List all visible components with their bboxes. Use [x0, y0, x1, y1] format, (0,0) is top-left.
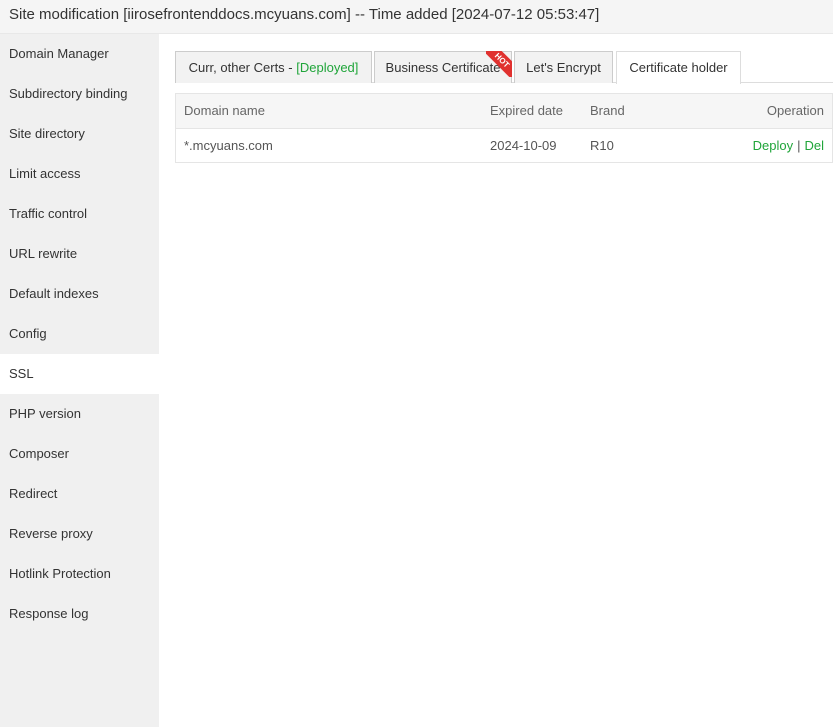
- sidebar-item-response-log[interactable]: Response log: [0, 594, 159, 634]
- tab-current-certs-label: Curr, other Certs -: [188, 60, 297, 75]
- sidebar-item-site-directory[interactable]: Site directory: [0, 114, 159, 154]
- cell-operation: Deploy | Del: [753, 129, 824, 162]
- sidebar-item-reverse-proxy[interactable]: Reverse proxy: [0, 514, 159, 554]
- operation-separator: |: [797, 138, 801, 153]
- ssl-tabs: Curr, other Certs - [Deployed] Business …: [175, 51, 833, 84]
- sidebar-item-composer[interactable]: Composer: [0, 434, 159, 474]
- ssl-panel: Curr, other Certs - [Deployed] Business …: [159, 34, 833, 727]
- cell-expired-date: 2024-10-09: [490, 138, 557, 153]
- sidebar-item-subdirectory-binding[interactable]: Subdirectory binding: [0, 74, 159, 114]
- tab-lets-encrypt[interactable]: Let's Encrypt: [514, 51, 613, 83]
- header-operation: Operation: [766, 103, 824, 118]
- table-header: Domain name Expired date Brand Operation: [176, 94, 832, 129]
- cell-brand: R10: [590, 138, 614, 153]
- header-expired-date: Expired date: [490, 103, 563, 118]
- sidebar-item-limit-access[interactable]: Limit access: [0, 154, 159, 194]
- hot-badge: HOT: [486, 51, 512, 77]
- table-row: *.mcyuans.com 2024-10-09 R10 Deploy | Del: [176, 129, 832, 162]
- sidebar-item-redirect[interactable]: Redirect: [0, 474, 159, 514]
- sidebar-item-hotlink-protection[interactable]: Hotlink Protection: [0, 554, 159, 594]
- sidebar-item-traffic-control[interactable]: Traffic control: [0, 194, 159, 234]
- sidebar: Domain Manager Subdirectory binding Site…: [0, 34, 159, 727]
- sidebar-item-config[interactable]: Config: [0, 314, 159, 354]
- tab-business-certificate-label: Business Certificate: [385, 60, 501, 75]
- header-brand: Brand: [590, 103, 625, 118]
- sidebar-item-url-rewrite[interactable]: URL rewrite: [0, 234, 159, 274]
- sidebar-item-ssl[interactable]: SSL: [0, 354, 159, 394]
- deploy-link[interactable]: Deploy: [753, 138, 793, 153]
- sidebar-item-default-indexes[interactable]: Default indexes: [0, 274, 159, 314]
- header-domain-name: Domain name: [184, 103, 265, 118]
- sidebar-item-php-version[interactable]: PHP version: [0, 394, 159, 434]
- delete-link[interactable]: Del: [804, 138, 824, 153]
- certificate-table: Domain name Expired date Brand Operation…: [175, 93, 833, 163]
- cell-domain: *.mcyuans.com: [184, 138, 273, 153]
- tab-business-certificate[interactable]: Business Certificate HOT: [374, 51, 512, 83]
- deployed-status: [Deployed]: [296, 60, 359, 75]
- tab-certificate-holder[interactable]: Certificate holder: [616, 51, 741, 84]
- sidebar-item-domain-manager[interactable]: Domain Manager: [0, 34, 159, 74]
- window-title: Site modification [iirosefrontenddocs.mc…: [0, 0, 833, 34]
- tab-current-certs[interactable]: Curr, other Certs - [Deployed]: [175, 51, 372, 83]
- hot-badge-text: HOT: [486, 51, 512, 77]
